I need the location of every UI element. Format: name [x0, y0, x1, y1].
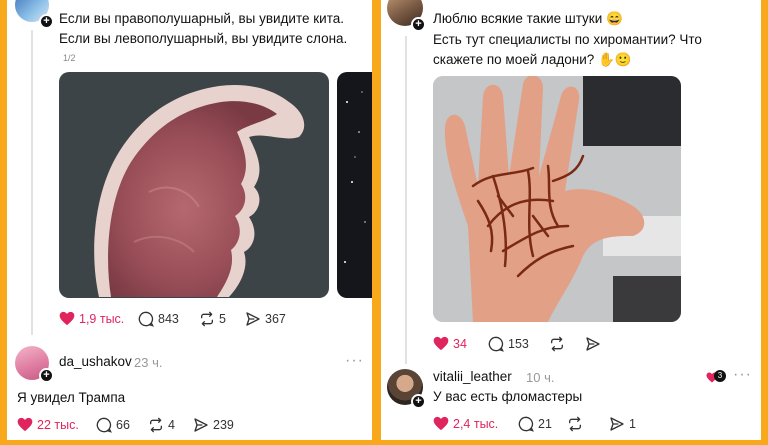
follow-plus-icon[interactable]: + — [39, 14, 54, 29]
like-button[interactable]: 22 тыс. — [17, 417, 79, 432]
reply-time: 10 ч. — [526, 370, 555, 385]
thread-line — [405, 36, 407, 364]
image-pager: 1/2 — [63, 53, 76, 63]
repost-button[interactable] — [567, 416, 583, 432]
repost-icon — [150, 417, 162, 433]
like-count: 1,9 тыс. — [79, 311, 125, 326]
follow-plus-icon[interactable]: + — [411, 17, 426, 32]
post-text-line-1: Если вы правополушарный, вы увидите кита… — [59, 11, 344, 26]
stars-image — [344, 91, 366, 263]
like-count: 22 тыс. — [37, 417, 79, 432]
comment-button[interactable]: 66 — [96, 417, 130, 433]
right-post-panel: + Люблю всякие такие штуки 😄 Есть тут сп… — [381, 0, 761, 440]
reply-username[interactable]: vitalii_leather — [433, 369, 512, 384]
comment-icon — [138, 311, 154, 327]
post-text-line-1: Люблю всякие такие штуки 😄 — [433, 11, 623, 26]
comment-count: 66 — [116, 418, 130, 432]
comment-count: 153 — [508, 337, 529, 351]
reply-text: Я увидел Трампа — [17, 390, 126, 405]
follow-plus-icon[interactable]: + — [39, 368, 54, 383]
heart-filled-icon — [433, 416, 449, 431]
like-button[interactable]: 2,4 тыс. — [433, 416, 498, 431]
heart-filled-icon — [59, 311, 75, 326]
more-options-icon[interactable]: ··· — [345, 352, 364, 370]
comment-button[interactable]: 153 — [488, 336, 529, 352]
comment-icon — [96, 417, 112, 433]
like-count: 2,4 тыс. — [453, 416, 499, 431]
share-count: 239 — [213, 418, 234, 432]
post-image[interactable] — [433, 76, 681, 322]
share-icon — [586, 337, 600, 351]
meat-image — [94, 84, 305, 298]
repost-count: 4 — [168, 418, 175, 432]
post-image-2[interactable] — [337, 72, 372, 298]
share-button[interactable]: 367 — [245, 311, 286, 327]
palm-image — [433, 76, 681, 322]
left-post-panel: + Если вы правополушарный, вы увидите ки… — [7, 0, 372, 440]
post-text-line-2: Есть тут специалисты по хиромантии? Что — [433, 32, 702, 47]
reply-username[interactable]: da_ushakov — [59, 354, 132, 369]
share-icon — [610, 417, 624, 431]
repost-button[interactable]: 4 — [148, 417, 175, 433]
comment-icon — [488, 336, 504, 352]
like-count: 34 — [453, 336, 467, 351]
share-button[interactable]: 239 — [193, 417, 234, 433]
share-icon — [246, 312, 260, 326]
repost-count: 5 — [219, 312, 226, 326]
share-button[interactable]: 1 — [609, 416, 636, 432]
repost-button[interactable] — [549, 336, 565, 352]
comment-button[interactable]: 21 — [518, 416, 552, 432]
repost-icon — [201, 311, 213, 327]
more-options-icon[interactable]: ··· — [733, 366, 752, 384]
repost-icon — [551, 336, 563, 352]
like-button[interactable]: 34 — [433, 336, 467, 351]
repost-icon — [569, 416, 581, 432]
share-icon — [194, 418, 208, 432]
mini-like-count: 3 — [714, 370, 726, 382]
share-count: 367 — [265, 312, 286, 326]
share-count: 1 — [629, 417, 636, 431]
follow-plus-icon[interactable]: + — [411, 394, 426, 409]
thread-line — [31, 30, 33, 335]
comment-icon — [518, 416, 534, 432]
post-text-line-3: скажете по моей ладони? ✋🙂 — [433, 52, 632, 67]
comment-count: 843 — [158, 312, 179, 326]
reply-time: 23 ч. — [134, 355, 163, 370]
comment-button[interactable]: 843 — [138, 311, 179, 327]
repost-button[interactable]: 5 — [199, 311, 226, 327]
post-text-line-2: Если вы левополушарный, вы увидите слона… — [59, 31, 348, 46]
heart-filled-icon — [17, 417, 33, 432]
post-image[interactable] — [59, 72, 329, 298]
author-liked-badge: 3 — [706, 370, 726, 384]
reply-text: У вас есть фломастеры — [433, 389, 583, 404]
heart-filled-icon — [433, 336, 449, 351]
comment-count: 21 — [538, 417, 552, 431]
share-button[interactable] — [585, 336, 601, 352]
like-button[interactable]: 1,9 тыс. — [59, 311, 124, 326]
